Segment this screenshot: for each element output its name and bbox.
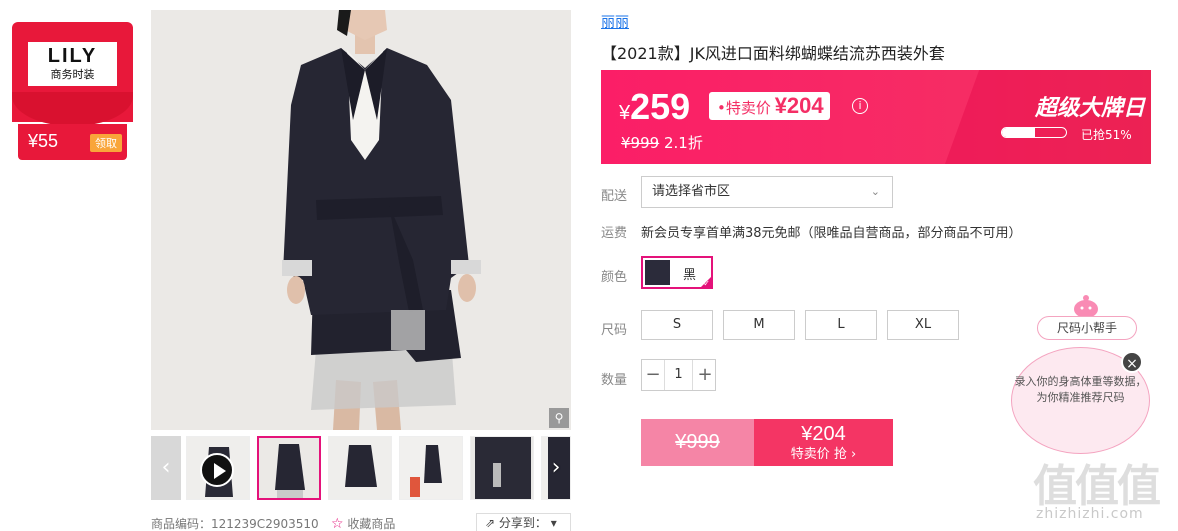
current-price: ¥259 bbox=[619, 86, 690, 128]
quantity-decrement-button[interactable]: − bbox=[642, 360, 664, 390]
original-price: ¥999 2.1折 bbox=[621, 132, 703, 153]
thumbnail-image bbox=[329, 437, 391, 499]
coupon-amount: ¥55 bbox=[28, 131, 59, 151]
product-title: 【2021款】JK风进口面料绑蝴蝶结流苏西装外套 bbox=[601, 44, 945, 63]
size-option-l[interactable]: L bbox=[805, 310, 877, 340]
color-label: 颜色 bbox=[601, 270, 628, 285]
thumbnail-image-3[interactable] bbox=[328, 436, 392, 500]
brand-logo: LILY 商务时装 bbox=[28, 42, 117, 86]
product-code: 商品编码：121239C2903510 bbox=[151, 517, 319, 531]
quantity-increment-button[interactable]: + bbox=[694, 360, 716, 390]
thumbnail-image-4[interactable] bbox=[399, 436, 463, 500]
thumbnail-image-selected[interactable] bbox=[257, 436, 321, 500]
color-option-label: 黑 bbox=[683, 268, 697, 283]
mascot-icon bbox=[1074, 295, 1098, 318]
model-illustration bbox=[151, 10, 571, 430]
thumbnail-next-button[interactable]: › bbox=[541, 436, 571, 500]
thumbnail-image bbox=[259, 438, 319, 498]
watermark-logo: 值值值 bbox=[1033, 461, 1161, 512]
current-price-value: 259 bbox=[630, 86, 691, 127]
size-label: 尺码 bbox=[601, 323, 628, 338]
coupon-strip: ¥55 领取 bbox=[18, 124, 127, 160]
region-select-value: 请选择省市区 bbox=[652, 184, 731, 199]
delivery-label: 配送 bbox=[601, 189, 628, 204]
shipping-text: 新会员专享首单满38元免邮（限唯品自营商品，部分商品不可用） bbox=[641, 226, 1022, 241]
buy-action-label: 特卖价 抢 › bbox=[790, 447, 857, 462]
currency-symbol: ¥ bbox=[619, 102, 631, 124]
chevron-down-icon: ▾ bbox=[550, 516, 557, 530]
sold-progress-text: 已抢51% bbox=[1081, 128, 1132, 142]
sold-progress-bar bbox=[1001, 127, 1067, 138]
region-select[interactable]: 请选择省市区 ⌄ bbox=[641, 176, 893, 208]
color-option-black[interactable]: 黑 ✓ bbox=[641, 256, 713, 289]
color-swatch bbox=[645, 260, 670, 285]
share-label: 分享到： bbox=[498, 516, 547, 530]
special-price-label: •特卖价 bbox=[717, 99, 771, 117]
favorite-button[interactable]: ☆ 收藏商品 bbox=[331, 515, 395, 531]
info-icon[interactable]: i bbox=[852, 98, 868, 114]
quantity-stepper: − 1 + bbox=[641, 359, 716, 391]
price-panel: ¥259 •特卖价 ¥204 i ¥999 2.1折 超级大牌日 已抢51% bbox=[601, 70, 1151, 164]
thumbnail-prev-button[interactable]: ‹ bbox=[151, 436, 181, 500]
chevron-down-icon: ⌄ bbox=[870, 185, 880, 198]
thumbnail-image bbox=[400, 437, 462, 499]
quantity-input[interactable]: 1 bbox=[664, 360, 693, 390]
star-icon: ☆ bbox=[331, 516, 344, 531]
special-price-badge: •特卖价 ¥204 bbox=[709, 92, 830, 120]
thumbnail-strip: ‹ › bbox=[151, 436, 571, 500]
size-option-m[interactable]: M bbox=[723, 310, 795, 340]
brand-logo-name: LILY bbox=[47, 45, 98, 67]
sold-progress-fill bbox=[1002, 128, 1035, 137]
coupon-claim-button[interactable]: 领取 bbox=[90, 134, 122, 152]
brand-link[interactable]: 丽丽 bbox=[601, 12, 629, 32]
size-helper-tag[interactable]: 尺码小帮手 bbox=[1037, 316, 1137, 340]
quantity-label: 数量 bbox=[601, 373, 628, 388]
play-icon[interactable] bbox=[200, 453, 234, 487]
thumbnail-image bbox=[471, 437, 533, 499]
original-price-value: ¥999 bbox=[621, 134, 660, 152]
close-icon[interactable]: × bbox=[1121, 351, 1143, 373]
brand-logo-subtitle: 商务时装 bbox=[50, 68, 95, 81]
discount-text: 2.1折 bbox=[663, 134, 703, 152]
thumbnail-video[interactable] bbox=[186, 436, 250, 500]
product-main-image[interactable]: ⚲ bbox=[151, 10, 571, 430]
buy-special-price[interactable]: ¥204 特卖价 抢 › bbox=[754, 419, 893, 466]
brand-coupon[interactable]: LILY 商务时装 ¥55 领取 bbox=[12, 22, 133, 160]
buy-price: ¥204 bbox=[801, 423, 846, 445]
buy-original-price: ¥999 bbox=[641, 419, 754, 466]
promo-title: 超级大牌日 bbox=[1035, 96, 1146, 121]
product-meta-bar: 商品编码：121239C2903510 ☆ 收藏商品 ⇗ 分享到： ▾ bbox=[151, 513, 571, 531]
shipping-label: 运费 bbox=[601, 226, 628, 241]
watermark-site: zhizhizhi.com bbox=[1036, 506, 1144, 522]
buy-button[interactable]: ¥999 ¥204 特卖价 抢 › bbox=[641, 419, 893, 466]
size-option-xl[interactable]: XL bbox=[887, 310, 959, 340]
size-helper-text: 录入你的身高体重等数据，为你精准推荐尺码 bbox=[1014, 375, 1147, 404]
share-icon: ⇗ bbox=[485, 516, 496, 530]
special-price-value: ¥204 bbox=[774, 93, 824, 118]
check-icon: ✓ bbox=[703, 279, 710, 288]
favorite-label: 收藏商品 bbox=[347, 517, 396, 531]
zoom-icon[interactable]: ⚲ bbox=[549, 408, 569, 428]
thumbnail-image-5[interactable] bbox=[470, 436, 534, 500]
share-button[interactable]: ⇗ 分享到： ▾ bbox=[476, 513, 571, 531]
size-option-s[interactable]: S bbox=[641, 310, 713, 340]
